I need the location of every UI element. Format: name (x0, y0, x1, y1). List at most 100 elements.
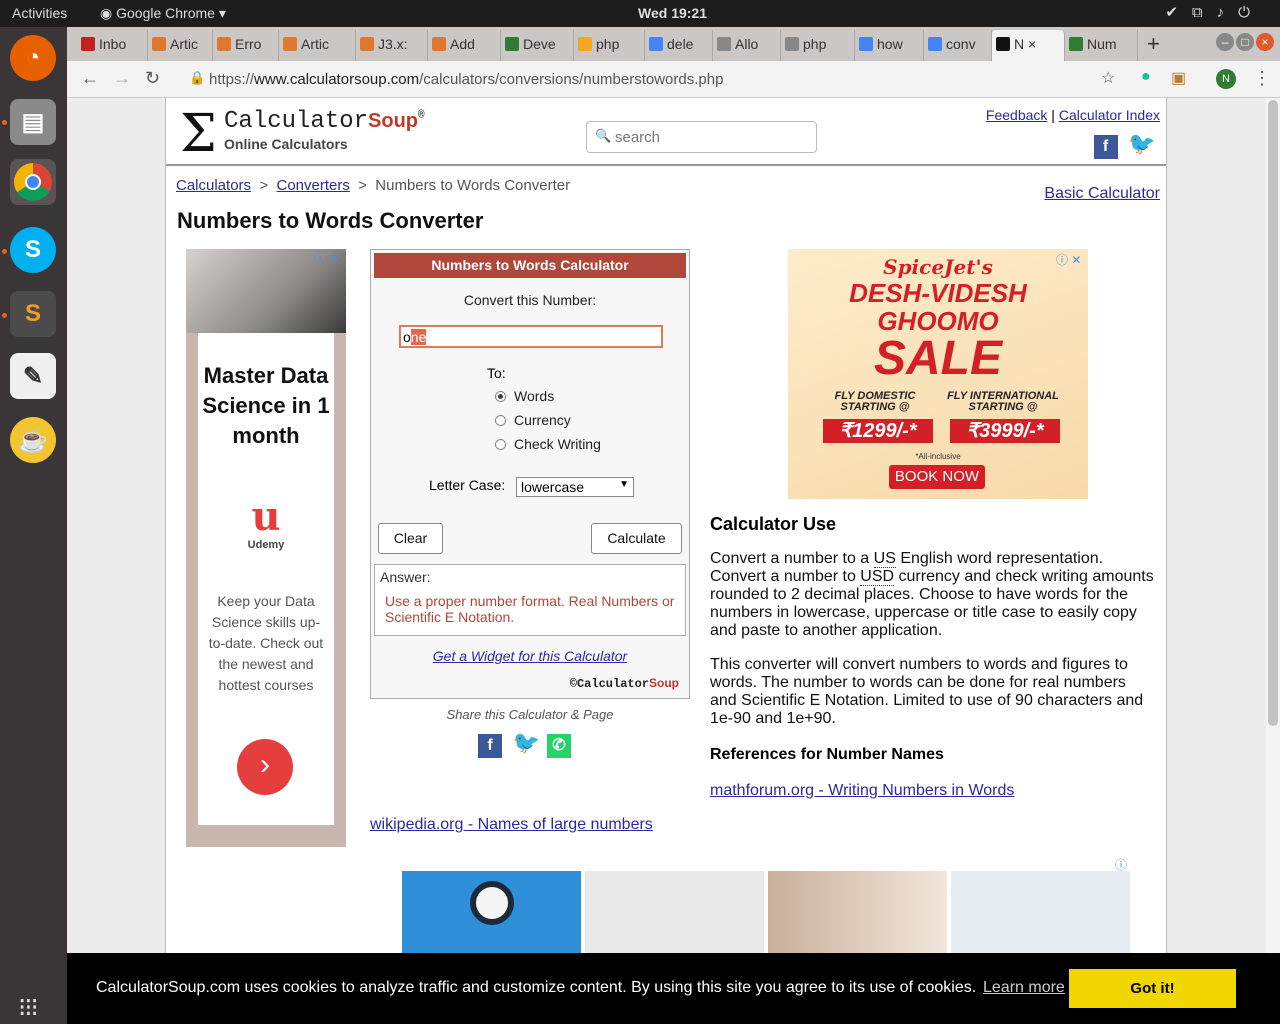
calculator-index-link[interactable]: Calculator Index (1059, 107, 1160, 123)
book-now-button[interactable]: BOOK NOW (889, 465, 985, 489)
browser-tab[interactable]: php (574, 30, 645, 61)
app-menu[interactable]: ◉ Google Chrome ▾ (100, 5, 226, 22)
radio-currency[interactable]: Currency (495, 412, 571, 428)
menu-kebab-icon[interactable]: ⋮ (1253, 68, 1271, 89)
adchoices-icon[interactable]: ⓘ ✕ (314, 249, 339, 266)
radio-words[interactable]: Words (495, 388, 554, 404)
tab-favicon-icon (859, 37, 873, 51)
convert-label: Convert this Number: (463, 292, 597, 308)
physics-calculator-thumbnail[interactable] (951, 871, 1130, 961)
browser-tab[interactable]: Inbo (77, 30, 148, 61)
basic-calculator-link[interactable]: Basic Calculator (1044, 185, 1160, 203)
page-scrollbar[interactable] (1266, 98, 1280, 1024)
twitter-icon[interactable]: 🐦 (1128, 132, 1155, 156)
tab-favicon-icon (217, 37, 231, 51)
firefox-icon[interactable]: ◔ (10, 35, 56, 81)
activities-button[interactable]: Activities (12, 5, 67, 21)
forward-icon[interactable]: → (113, 68, 131, 89)
text-editor-icon[interactable]: ✎ (10, 353, 56, 399)
address-bar[interactable]: 🔒 https://www.calculatorsoup.com/calcula… (177, 65, 1137, 93)
radio-dot[interactable] (495, 415, 506, 426)
tab-label: how (877, 36, 903, 52)
calculator-copyright: ©CalculatorSoup (569, 676, 679, 691)
tab-favicon-icon (81, 37, 95, 51)
number-input[interactable]: one (399, 325, 663, 348)
tab-label: Allo (735, 36, 759, 52)
maximize-button[interactable]: □ (1236, 33, 1254, 51)
browser-tab[interactable]: Erro (213, 30, 279, 61)
ad-description: Keep your Data Science skills up-to-date… (208, 593, 324, 693)
browser-tab[interactable]: how (855, 30, 924, 61)
spicejet-ad[interactable]: ⓘ ✕ SpiceJet's DESH-VIDESH GHOOMO SALE FL… (788, 249, 1088, 499)
calculate-button[interactable]: Calculate (591, 523, 682, 554)
close-window-button[interactable]: × (1256, 33, 1274, 51)
feedback-link[interactable]: Feedback (986, 107, 1047, 123)
browser-tab[interactable]: N × (992, 30, 1065, 61)
browser-tab[interactable]: Artic (148, 30, 213, 61)
browser-tab[interactable]: conv (924, 30, 992, 61)
radio-dot[interactable] (495, 439, 506, 450)
share-whatsapp-icon[interactable]: ✆ (546, 734, 571, 758)
window-controls: – □ × (1214, 33, 1274, 51)
power-icon: ⏻ (1238, 4, 1264, 21)
date-calculator-thumbnail[interactable] (585, 871, 764, 961)
profile-avatar[interactable]: N (1216, 69, 1236, 89)
letter-case-select[interactable]: lowercase ▼ (516, 477, 634, 497)
close-tab-icon[interactable]: × (1024, 36, 1036, 52)
learn-more-link[interactable]: Learn more (983, 979, 1065, 997)
clock[interactable]: Wed 19:21 (638, 5, 707, 21)
teapot-app-icon[interactable]: ☕ (10, 417, 56, 463)
accept-cookies-button[interactable]: Got it! (1069, 969, 1236, 1008)
share-facebook-icon[interactable]: f (478, 734, 502, 758)
browser-tab[interactable]: Deve (501, 30, 574, 61)
browser-tab[interactable]: Add (428, 30, 501, 61)
mathforum-link[interactable]: mathforum.org - Writing Numbers in Words (710, 782, 1014, 800)
share-twitter-icon[interactable]: 🐦 (512, 731, 539, 755)
back-icon[interactable]: ← (81, 68, 99, 89)
browser-tab[interactable]: Num (1065, 30, 1138, 61)
search-input[interactable]: 🔍 search (586, 121, 817, 153)
breadcrumb-current: Numbers to Words Converter (375, 177, 571, 194)
browser-tab[interactable]: Artic (279, 30, 356, 61)
tab-label: php (596, 36, 620, 52)
cookie-text: CalculatorSoup.com uses cookies to analy… (96, 979, 977, 996)
sublime-text-icon[interactable]: S (10, 291, 56, 337)
clear-button[interactable]: Clear (378, 523, 443, 554)
dock: ◔ ▤ S S ✎ ☕ ⁝⁝⁝ (0, 27, 67, 1024)
navigation-bar: ← → ↻ 🔒 https://www.calculatorsoup.com/c… (67, 61, 1280, 98)
tab-label: Artic (170, 36, 198, 52)
tab-favicon-icon (578, 37, 592, 51)
get-widget-link[interactable]: Get a Widget for this Calculator (433, 648, 627, 664)
bookmark-star-icon[interactable]: ☆ (1101, 68, 1115, 88)
tab-strip: Inbo Artic Erro Artic J3.x: Add Deve php dele All… (67, 27, 1280, 61)
bottom-ad[interactable]: ⓘ (402, 858, 1130, 961)
browser-tab[interactable]: php (781, 30, 855, 61)
show-apps-icon[interactable]: ⁝⁝⁝ (18, 994, 39, 1020)
facebook-icon[interactable]: f (1093, 135, 1118, 159)
system-tray[interactable]: ✔⧉♪⏻ (1165, 3, 1264, 21)
extension-icon[interactable]: ▣ (1171, 68, 1186, 88)
scrollbar-thumb[interactable] (1268, 100, 1278, 726)
grammarly-extension-icon[interactable]: ● (1141, 68, 1151, 86)
radio-dot[interactable] (495, 391, 506, 402)
reload-icon[interactable]: ↻ (145, 68, 160, 89)
letter-case-label: Letter Case: (429, 477, 506, 493)
breadcrumb-calculators[interactable]: Calculators (176, 177, 251, 194)
radio-check-writing[interactable]: Check Writing (495, 436, 601, 452)
browser-tab[interactable]: Allo (713, 30, 781, 61)
person-thumbnail[interactable] (768, 871, 947, 961)
skype-icon[interactable]: S (10, 227, 56, 273)
wikipedia-link[interactable]: wikipedia.org - Names of large numbers (370, 816, 653, 834)
ad-arrow-button[interactable]: › (237, 739, 293, 795)
breadcrumb-converters[interactable]: Converters (276, 177, 349, 194)
chrome-dock-icon[interactable] (10, 159, 56, 205)
new-tab-button[interactable]: + (1147, 31, 1160, 57)
udemy-ad[interactable]: ⓘ ✕ Master Data Science in 1 month u Ude… (186, 249, 346, 847)
browser-tab[interactable]: J3.x: (356, 30, 428, 61)
python-course-thumbnail[interactable] (402, 871, 581, 961)
files-icon[interactable]: ▤ (10, 99, 56, 145)
lock-icon[interactable]: 🔒 (189, 70, 205, 86)
browser-tab[interactable]: dele (645, 30, 713, 61)
minimize-button[interactable]: – (1216, 33, 1234, 51)
tab-favicon-icon (996, 37, 1010, 51)
